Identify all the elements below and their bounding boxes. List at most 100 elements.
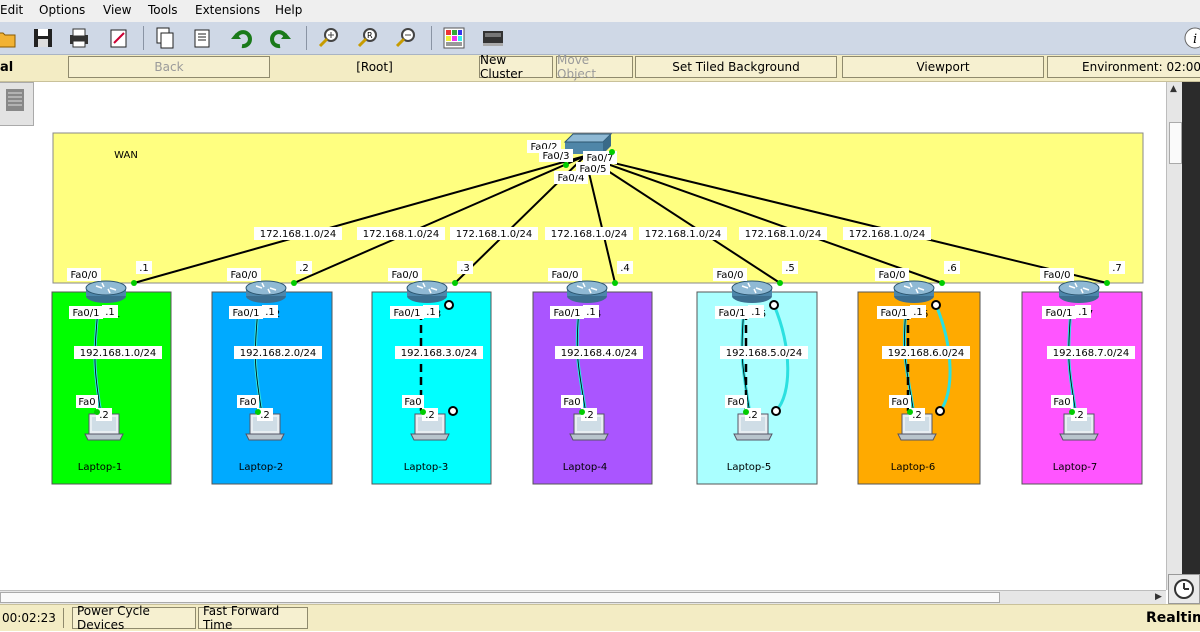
save-icon[interactable] (30, 25, 56, 51)
cluster-6-area (857, 291, 981, 485)
router-lan-ip-label: .1 (910, 305, 926, 318)
router-wan-port-label: Fa0/0 (227, 268, 261, 281)
custom-device-icon[interactable] (480, 25, 506, 51)
wan-network-label: 172.168.1.0/24 (739, 227, 827, 240)
vertical-scroll-thumb[interactable] (1169, 122, 1182, 164)
router-lan-port-label: Fa0/1 (229, 306, 263, 319)
router-lan-ip-label: .1 (102, 305, 118, 318)
zoom-reset-icon[interactable]: R (355, 25, 381, 51)
laptop-name-label: Laptop-4 (563, 462, 607, 473)
fast-forward-time-button[interactable]: Fast Forward Time (198, 604, 308, 632)
zoom-in-icon[interactable] (316, 25, 342, 51)
palette-dock-tab[interactable] (0, 82, 34, 126)
lan-network-label: 192.168.7.0/24 (1047, 346, 1135, 359)
router-lan-port-label: Fa0/1 (1042, 306, 1076, 319)
print-icon[interactable] (66, 25, 92, 51)
menu-edit[interactable]: Edit (0, 3, 23, 17)
svg-text:172.168.1.0/24: 172.168.1.0/24 (456, 229, 533, 240)
link-status-dot (255, 409, 261, 415)
svg-text:Fa0/1: Fa0/1 (232, 308, 259, 319)
svg-text:.2: .2 (299, 263, 309, 274)
redo-icon[interactable] (267, 25, 293, 51)
router-wan-port-label: Fa0/0 (1040, 268, 1074, 281)
link-status-dot (579, 409, 585, 415)
svg-text:192.168.1.0/24: 192.168.1.0/24 (80, 348, 157, 359)
svg-text:Fa0/0: Fa0/0 (716, 270, 743, 281)
link-status-dot (907, 409, 913, 415)
horizontal-scroll-thumb[interactable] (0, 592, 1000, 603)
console-port-icon (931, 300, 941, 310)
link-status-dot (452, 280, 458, 286)
menu-view[interactable]: View (103, 3, 131, 17)
copy-icon[interactable] (152, 25, 178, 51)
zoom-out-icon[interactable] (393, 25, 419, 51)
link-status-dot (777, 280, 783, 286)
svg-text:172.168.1.0/24: 172.168.1.0/24 (849, 229, 926, 240)
link-status-dot (609, 149, 615, 155)
menu-help[interactable]: Help (275, 3, 302, 17)
workspace-mode-label: al (0, 60, 14, 75)
link-status-dot (743, 409, 749, 415)
activity-wizard-icon[interactable] (106, 25, 132, 51)
horizontal-scrollbar[interactable]: ▶ (0, 590, 1166, 605)
svg-text:192.168.5.0/24: 192.168.5.0/24 (726, 348, 803, 359)
router-wan-port-label: Fa0/0 (713, 268, 747, 281)
wan-network-label: 172.168.1.0/24 (545, 227, 633, 240)
undo-icon[interactable] (229, 25, 255, 51)
lan-network-label: 192.168.3.0/24 (395, 346, 483, 359)
svg-text:192.168.3.0/24: 192.168.3.0/24 (401, 348, 478, 359)
router-lan-ip-label: .1 (1075, 305, 1091, 318)
wan-network-label: 172.168.1.0/24 (254, 227, 342, 240)
move-object-button[interactable]: Move Object (556, 53, 633, 81)
lan-network-label: 192.168.6.0/24 (882, 346, 970, 359)
link-status-dot (131, 280, 137, 286)
menu-tools[interactable]: Tools (148, 3, 178, 17)
svg-text:Fa0/0: Fa0/0 (230, 270, 257, 281)
svg-text:192.168.6.0/24: 192.168.6.0/24 (888, 348, 965, 359)
power-cycle-devices-button[interactable]: Power Cycle Devices (72, 604, 196, 632)
scroll-right-icon[interactable]: ▶ (1155, 592, 1162, 602)
vertical-scrollbar[interactable]: ▲ (1166, 82, 1183, 590)
router-lan-ip-label: .1 (583, 305, 599, 318)
set-tiled-background-button[interactable]: Set Tiled Background (635, 56, 837, 78)
menu-options[interactable]: Options (39, 3, 85, 17)
svg-text:172.168.1.0/24: 172.168.1.0/24 (551, 229, 628, 240)
router-lan-port-label: Fa0/1 (69, 306, 103, 319)
scroll-up-icon[interactable]: ▲ (1170, 84, 1177, 94)
svg-text:Fa0/0: Fa0/0 (70, 270, 97, 281)
router-wan-port-label: Fa0/0 (875, 268, 909, 281)
router-lan-ip-label: .1 (748, 305, 764, 318)
svg-text:.1: .1 (105, 307, 115, 318)
palette-icon[interactable] (441, 25, 467, 51)
lan-network-label: 192.168.5.0/24 (720, 346, 808, 359)
open-icon[interactable] (0, 25, 18, 51)
back-button[interactable]: Back (68, 56, 270, 78)
cluster-5-area (696, 291, 818, 485)
logical-workspace-bar: al Back [Root] New Cluster Move Object S… (0, 53, 1200, 82)
svg-text:Fa0: Fa0 (404, 397, 421, 408)
svg-text:Fa0/1: Fa0/1 (718, 308, 745, 319)
console-port-icon (935, 406, 945, 416)
menu-extensions[interactable]: Extensions (195, 3, 260, 17)
logical-workspace[interactable]: WAN Fa0/2 Fa0/3 Fa0/7 Fa0/4 Fa0/5 172.168.1.0/… (0, 82, 1166, 590)
link-status-dot (939, 280, 945, 286)
switch-port-label: Fa0/3 (539, 149, 573, 162)
cluster-1-area (51, 291, 172, 485)
environment-button[interactable]: Environment: 02:00: (1047, 56, 1200, 78)
svg-text:.2: .2 (912, 410, 922, 421)
info-icon[interactable]: i (1182, 25, 1200, 51)
svg-text:172.168.1.0/24: 172.168.1.0/24 (260, 229, 337, 240)
svg-text:Fa0/0: Fa0/0 (551, 270, 578, 281)
svg-text:.1: .1 (265, 307, 275, 318)
svg-text:.7: .7 (1112, 263, 1122, 274)
paste-icon[interactable] (190, 25, 216, 51)
toolbar-separator (306, 26, 307, 50)
topology-canvas[interactable]: WANFa0/2Fa0/3 Fa0/7Fa0/4Fa0/5172.168.1.0/… (0, 82, 1166, 590)
router-6-icon (893, 280, 935, 303)
link-status-dot (563, 162, 569, 168)
router-7-icon (1058, 280, 1100, 303)
viewport-button[interactable]: Viewport (842, 56, 1044, 78)
svg-text:.2: .2 (260, 410, 270, 421)
svg-text:Laptop-4: Laptop-4 (563, 462, 607, 473)
new-cluster-button[interactable]: New Cluster (479, 53, 553, 81)
